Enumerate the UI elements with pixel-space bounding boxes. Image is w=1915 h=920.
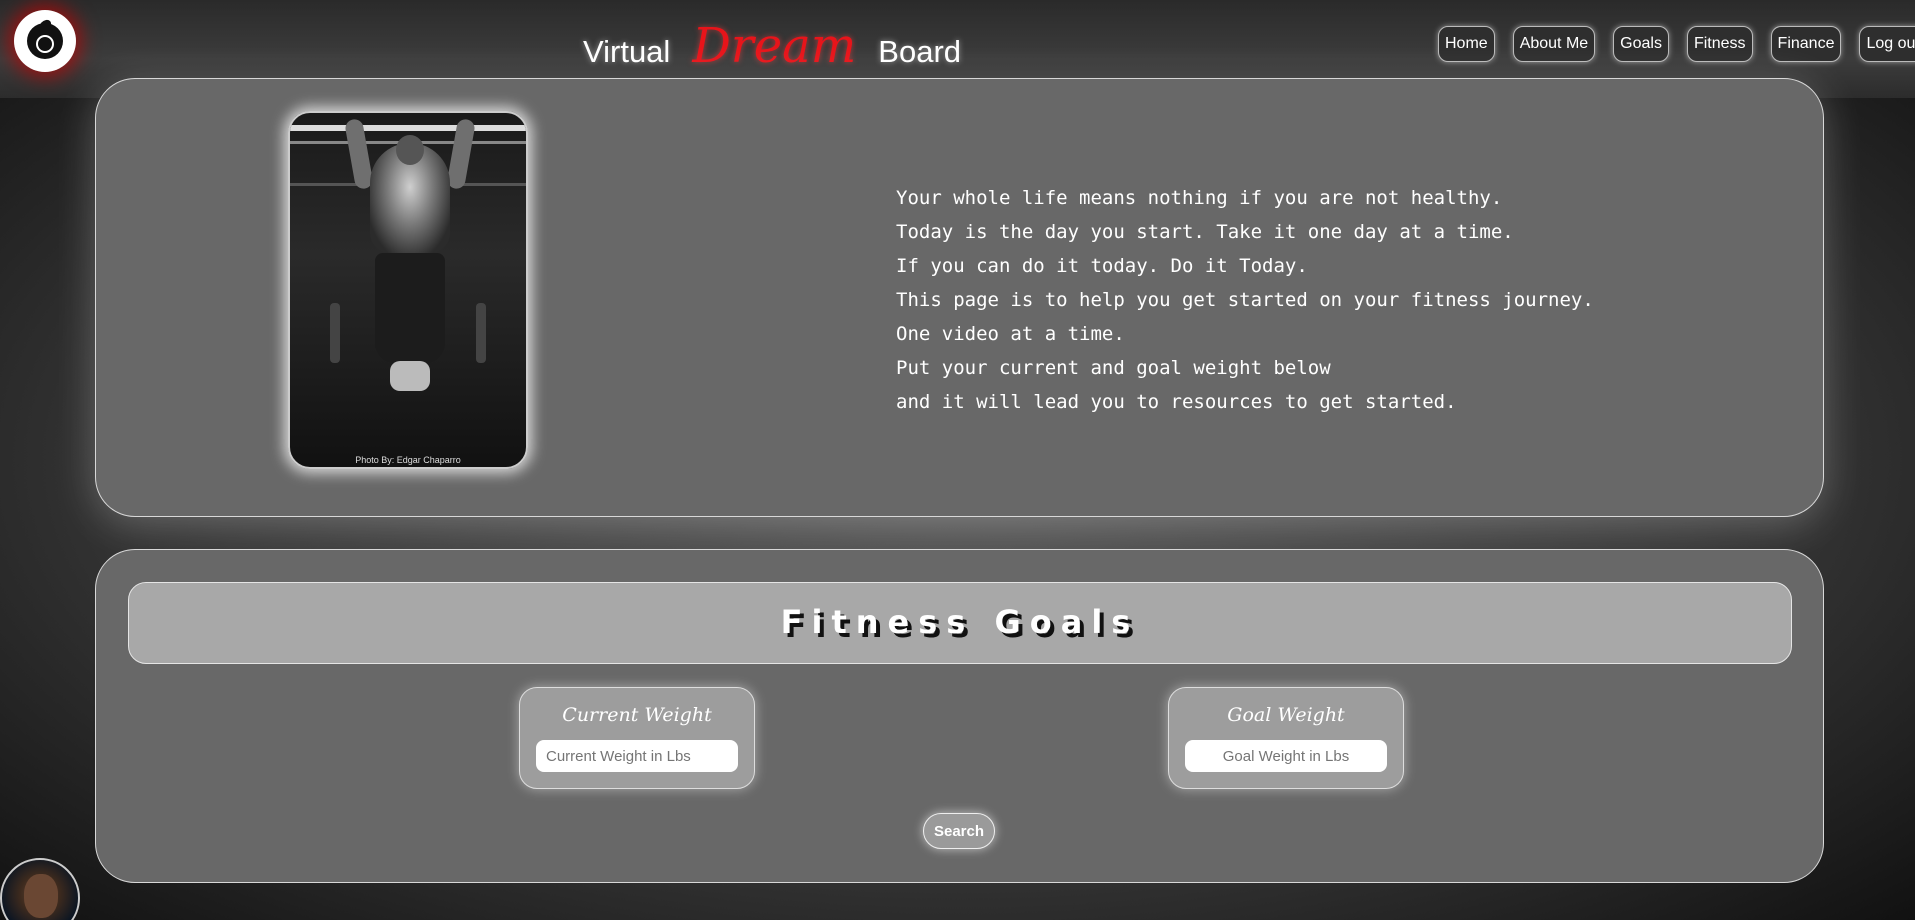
intro-line: Your whole life means nothing if you are… (896, 187, 1503, 209)
brand-word-dream: Dream (692, 18, 857, 74)
goals-header: Fitness Goals (128, 582, 1792, 664)
hero-panel: Photo By: Edgar Chaparro Your whole life… (95, 78, 1824, 517)
goals-panel: Fitness Goals Current Weight Goal Weight… (95, 549, 1824, 883)
intro-line: One video at a time. (896, 323, 1125, 345)
goal-weight-label: Goal Weight (1227, 704, 1345, 726)
nav-logout-button[interactable]: Log out (1859, 26, 1915, 62)
intro-line: Today is the day you start. Take it one … (896, 221, 1514, 243)
nav-home-button[interactable]: Home (1438, 26, 1495, 62)
nav-finance-button[interactable]: Finance (1770, 26, 1842, 62)
intro-line: Put your current and goal weight below (896, 357, 1331, 379)
avatar[interactable] (0, 858, 80, 920)
brand-word-virtual: Virtual (583, 34, 671, 69)
fitness-photo: Photo By: Edgar Chaparro (288, 111, 528, 469)
intro-line: This page is to help you get started on … (896, 289, 1594, 311)
goal-weight-card: Goal Weight (1168, 687, 1404, 789)
current-weight-label: Current Weight (562, 704, 712, 726)
nav-goals-button[interactable]: Goals (1613, 26, 1669, 62)
brand-word-board: Board (878, 34, 962, 69)
photo-credit: Photo By: Edgar Chaparro (355, 455, 461, 465)
goals-title: Fitness Goals (780, 603, 1140, 641)
logo-icon[interactable] (14, 10, 76, 72)
current-weight-input[interactable] (536, 740, 738, 772)
intro-text: Your whole life means nothing if you are… (896, 181, 1696, 419)
current-weight-card: Current Weight (519, 687, 755, 789)
goal-weight-input[interactable] (1185, 740, 1387, 772)
main-nav: Home About Me Goals Fitness Finance Log … (1438, 26, 1915, 62)
search-button[interactable]: Search (923, 813, 995, 849)
nav-fitness-button[interactable]: Fitness (1686, 26, 1753, 62)
intro-line: If you can do it today. Do it Today. (896, 255, 1308, 277)
brand-title: Virtual Dream Board (583, 18, 961, 78)
nav-about-me-button[interactable]: About Me (1512, 26, 1596, 62)
intro-line: and it will lead you to resources to get… (896, 391, 1457, 413)
